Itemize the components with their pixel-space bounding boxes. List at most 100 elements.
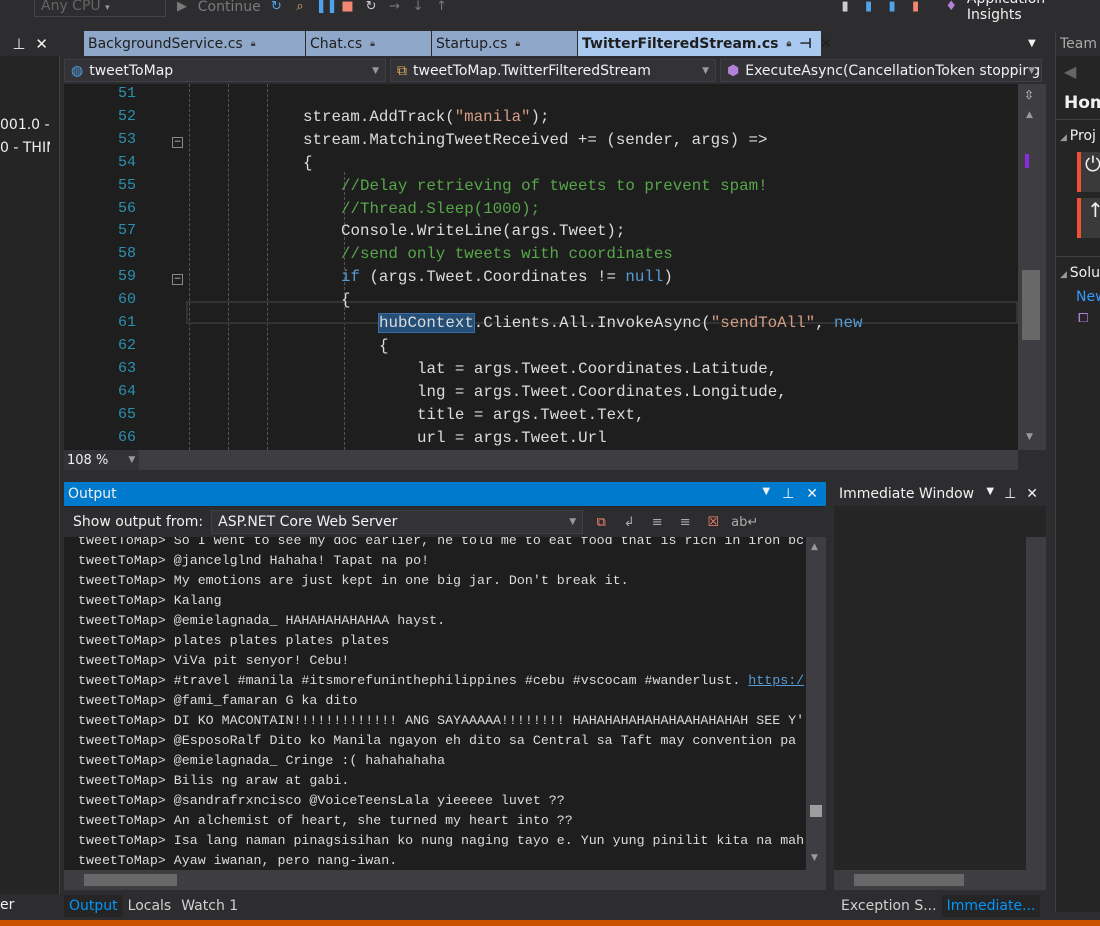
step-out-icon[interactable]: ↑: [434, 0, 450, 14]
member-dropdown[interactable]: ⬢ ExecuteAsync(CancellationToken stopping…: [720, 59, 1042, 82]
pin-icon[interactable]: ⊥: [12, 35, 25, 53]
scroll-down-icon[interactable]: ▼: [1026, 432, 1033, 442]
application-insights-button[interactable]: Application Insights: [967, 0, 1100, 23]
tab-label: Startup.cs: [436, 35, 508, 52]
bookmark-icon[interactable]: ▮: [837, 0, 853, 14]
tab-chat[interactable]: Chat.cs 🔒︎: [306, 31, 432, 56]
immediate-horizontal-scrollbar[interactable]: [834, 870, 1046, 890]
scroll-up-icon[interactable]: ▲: [1026, 110, 1033, 120]
output-prefix: tweetToMap>: [78, 693, 174, 708]
pin-icon[interactable]: ⊣: [799, 36, 812, 52]
step-over-icon[interactable]: →: [387, 0, 403, 14]
output-line: tweetToMap> Kalang: [78, 591, 222, 611]
output-message: Kalang: [173, 593, 222, 608]
refresh-icon[interactable]: ↻: [269, 0, 285, 14]
dropdown-icon[interactable]: ▼: [762, 486, 770, 502]
tab-watch-1[interactable]: Watch 1: [176, 895, 243, 917]
output-prefix: tweetToMap>: [78, 853, 174, 868]
play-icon[interactable]: ▶: [174, 0, 190, 14]
zoom-dropdown[interactable]: 108 % ▼: [64, 450, 139, 470]
tab-immediate[interactable]: Immediate...: [941, 895, 1041, 917]
scrollbar-thumb[interactable]: [854, 874, 964, 886]
close-icon[interactable]: ✕: [806, 486, 818, 502]
fold-toggle-icon[interactable]: −: [172, 136, 183, 148]
dropdown-icon[interactable]: ▼: [986, 486, 994, 502]
immediate-window[interactable]: [834, 482, 1046, 890]
close-icon[interactable]: ✕: [1026, 486, 1038, 502]
pause-icon[interactable]: ❚❚: [316, 0, 338, 14]
output-vertical-scrollbar[interactable]: ▲ ▼: [806, 537, 826, 870]
output-link[interactable]: https:/: [748, 673, 804, 688]
class-dropdown[interactable]: ⧉ tweetToMap.TwitterFilteredStream ▼: [390, 59, 716, 82]
scrollbar-thumb[interactable]: [1022, 270, 1040, 340]
output-horizontal-scrollbar[interactable]: [64, 870, 826, 890]
bookmark-clear-icon[interactable]: ▮: [908, 0, 924, 14]
tab-startup[interactable]: Startup.cs 🔒︎: [432, 31, 578, 56]
code-token: {: [303, 153, 313, 172]
new-solution-link[interactable]: New: [1056, 289, 1100, 305]
tab-output[interactable]: Output: [64, 895, 123, 917]
output-source-dropdown[interactable]: ASP.NET Core Web Server ▼: [211, 510, 584, 534]
lightbulb-icon[interactable]: ♦: [943, 0, 959, 14]
bookmark-prev-icon[interactable]: ▮: [861, 0, 877, 14]
output-message: #travel #manila #itsmorefuninthephilippi…: [173, 673, 749, 688]
left-panel-item[interactable]: 0 - THIN: [0, 140, 50, 156]
scroll-down-icon[interactable]: ▼: [811, 853, 818, 863]
team-home[interactable]: Hom: [1056, 87, 1100, 119]
sync-icon[interactable]: ↑: [1077, 198, 1100, 238]
fold-toggle-icon[interactable]: −: [172, 274, 183, 286]
immediate-vertical-scrollbar[interactable]: [1026, 537, 1046, 870]
project-dropdown[interactable]: ◍ tweetToMap ▼: [64, 59, 386, 82]
tab-overflow-icon[interactable]: ▼: [1028, 38, 1036, 49]
go-to-previous-icon[interactable]: ↲: [619, 515, 639, 530]
bookmark-next-icon[interactable]: ▮: [884, 0, 900, 14]
output-text[interactable]: tweetToMap> So I went to see my doc earl…: [64, 537, 806, 870]
word-wrap-icon[interactable]: ab↵: [731, 515, 758, 530]
next-message-icon[interactable]: ≡: [675, 515, 695, 530]
find-icon[interactable]: ⌕: [292, 0, 308, 14]
solutions-section[interactable]: ◢ Solu: [1056, 256, 1100, 289]
scroll-up-icon[interactable]: ▲: [811, 542, 818, 552]
tab-locals[interactable]: Locals: [123, 895, 177, 917]
line-number: 63: [117, 359, 136, 377]
editor-vertical-scrollbar[interactable]: ⇳ ▲ ▼: [1018, 84, 1046, 450]
pin-icon[interactable]: ⊥: [1004, 486, 1016, 502]
back-icon[interactable]: ◀: [1056, 56, 1100, 87]
output-line: tweetToMap> An alchemist of heart, she t…: [78, 811, 573, 831]
close-tab-icon[interactable]: ✕: [820, 36, 832, 52]
output-prefix: tweetToMap>: [78, 833, 174, 848]
scrollbar-thumb[interactable]: [84, 874, 177, 886]
bottom-tabs-left: Output Locals Watch 1: [64, 895, 243, 917]
line-number: 51: [117, 85, 136, 102]
code-token: lat = args.Tweet.Coordinates.Latitude,: [417, 359, 778, 378]
solution-icon[interactable]: ⧠: [1056, 305, 1100, 332]
code-line: title = args.Tweet.Text,: [417, 406, 645, 424]
code-line: //Delay retrieving of tweets to prevent …: [341, 177, 768, 195]
scrollbar-thumb[interactable]: [810, 805, 822, 817]
code-token: title = args.Tweet.Text,: [417, 405, 645, 424]
find-message-icon[interactable]: ⧉: [591, 515, 611, 530]
previous-message-icon[interactable]: ≡: [647, 515, 667, 530]
close-icon[interactable]: ✕: [35, 35, 48, 53]
tab-backgroundservice[interactable]: BackgroundService.cs 🔒︎: [84, 31, 306, 56]
output-title: Output: [68, 486, 117, 502]
line-number: 60: [117, 291, 136, 309]
continue-button[interactable]: Continue: [198, 0, 261, 15]
platform-dropdown[interactable]: Any CPU ▾: [34, 0, 167, 17]
restart-icon[interactable]: ↻: [363, 0, 379, 14]
projects-section[interactable]: ◢ Proj: [1056, 119, 1100, 152]
code-editor[interactable]: 51 52 stream.AddTrack("manila"); 53 − stream.…: [64, 84, 1018, 450]
step-into-icon[interactable]: ↓: [410, 0, 426, 14]
code-token: ,: [815, 314, 835, 332]
tab-twitterfilteredstream[interactable]: TwitterFilteredStream.cs 🔒︎ ⊣ ✕: [578, 31, 832, 56]
stop-icon[interactable]: ■: [340, 0, 356, 14]
tab-exception-settings[interactable]: Exception S...: [836, 895, 942, 917]
split-icon[interactable]: ⇳: [1024, 88, 1034, 102]
clear-all-icon[interactable]: ☒: [703, 515, 723, 530]
left-panel-item[interactable]: 001.0 -: [0, 117, 50, 133]
output-line: tweetToMap> @EsposoRalf Dito ko Manila n…: [78, 731, 796, 751]
output-title-bar: Output ▼ ⊥ ✕: [64, 482, 826, 506]
left-bottom-tab[interactable]: er: [0, 897, 50, 913]
pin-icon[interactable]: ⊥: [782, 486, 794, 502]
pending-changes-icon[interactable]: ⏻: [1077, 152, 1100, 192]
